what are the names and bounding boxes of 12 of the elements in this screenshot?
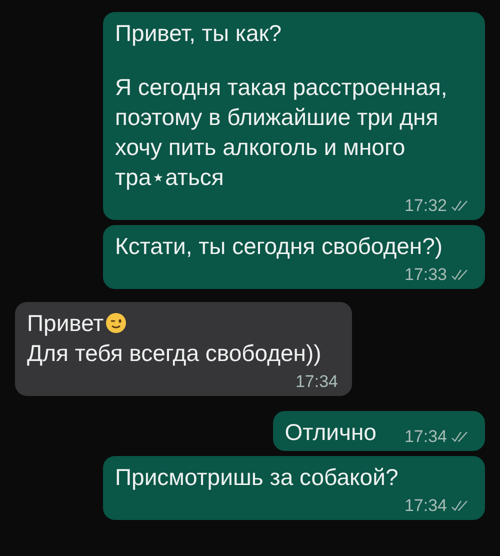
message-time: 17:34 <box>404 427 447 447</box>
message-time: 17:34 <box>295 372 338 392</box>
message-text: Кстати, ты сегодня свободен?) <box>115 232 443 261</box>
message-text: Привет, ты как? <box>115 19 282 48</box>
message-time: 17:34 <box>404 496 447 516</box>
message-text: Я сегодня такая расстроенная, поэтому в ближайшие три дня хочу пить алкоголь и много тра⋆аться <box>115 73 448 192</box>
message-time: 17:33 <box>404 265 447 285</box>
message-text: Для тебя всегда свободен)) <box>27 339 322 368</box>
message-text: Присмотришь за собакой? <box>115 463 398 492</box>
message-text: Отлично <box>284 418 376 447</box>
message-time: 17:32 <box>404 196 447 216</box>
message-text: Привет <box>27 308 127 338</box>
